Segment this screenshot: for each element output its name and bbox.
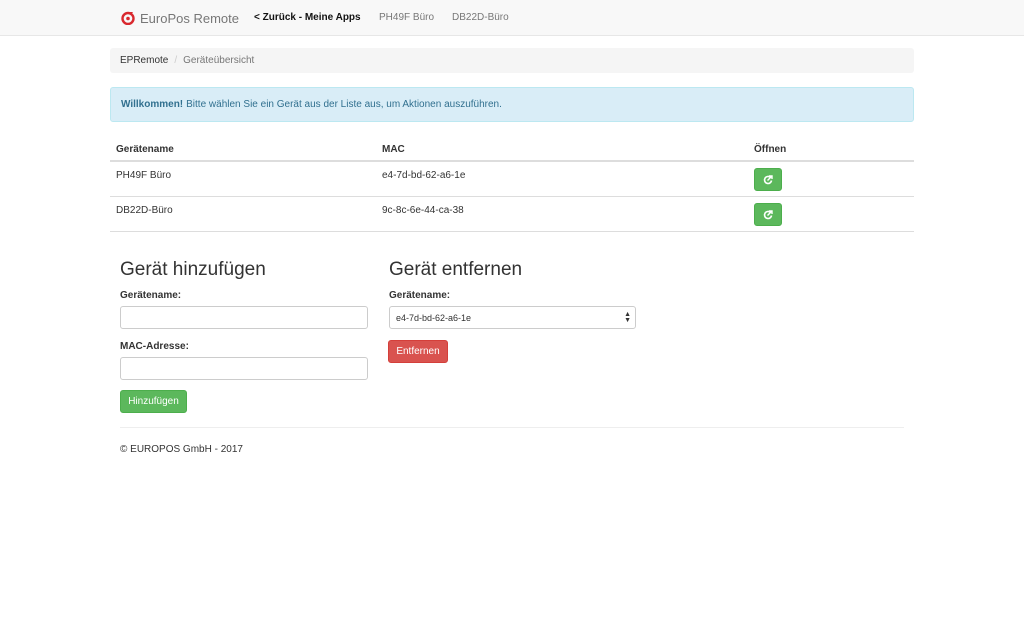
add-device-title: Gerät hinzufügen: [120, 259, 266, 280]
device-name-cell: DB22D-Büro: [116, 205, 173, 216]
breadcrumb: EPRemote / Geräteübersicht: [110, 48, 914, 73]
header-device-name: Gerätename: [116, 144, 174, 155]
top-navbar: EuroPos Remote < Zurück - Meine Apps PH4…: [0, 0, 1024, 36]
footer-divider: [120, 427, 904, 428]
alert-text: Bitte wählen Sie ein Gerät aus der Liste…: [186, 99, 502, 110]
add-device-button[interactable]: Hinzufügen: [120, 390, 187, 413]
nav-device-db22d[interactable]: DB22D-Büro: [452, 0, 509, 36]
add-mac-label: MAC-Adresse:: [120, 341, 189, 352]
open-device-button[interactable]: [754, 168, 782, 191]
remove-device-button[interactable]: Entfernen: [388, 340, 448, 363]
open-device-button[interactable]: [754, 203, 782, 226]
brand-name: EuroPos Remote: [140, 10, 239, 26]
nav-device-ph49f[interactable]: PH49F Büro: [379, 0, 434, 36]
breadcrumb-root[interactable]: EPRemote: [120, 55, 168, 66]
remove-name-label: Gerätename:: [389, 290, 451, 301]
table-row: PH49F Büro e4-7d-bd-62-a6-1e: [110, 162, 914, 197]
open-external-icon: [763, 174, 773, 184]
remove-device-title: Gerät entfernen: [389, 259, 523, 280]
remove-device-select[interactable]: e4-7d-bd-62-a6-1e ▲ ▼: [389, 306, 636, 329]
select-updown-icon: ▲ ▼: [624, 311, 631, 324]
alert-strong: Willkommen!: [121, 99, 184, 110]
header-mac: MAC: [382, 144, 405, 155]
device-name-cell: PH49F Büro: [116, 170, 172, 181]
remove-device-section: Gerät entfernen: [389, 259, 522, 281]
select-value: e4-7d-bd-62-a6-1e: [396, 312, 472, 323]
footer-copyright: © EUROPOS GmbH - 2017: [120, 444, 243, 455]
add-name-label: Gerätename:: [120, 290, 182, 301]
brand-link[interactable]: EuroPos Remote: [121, 0, 239, 36]
table-header: Gerätename MAC Öffnen: [110, 138, 914, 162]
breadcrumb-current: Geräteübersicht: [183, 55, 255, 66]
devices-table: Gerätename MAC Öffnen PH49F Büro e4-7d-b…: [110, 138, 914, 232]
device-mac-cell: 9c-8c-6e-44-ca-38: [382, 205, 464, 216]
add-mac-input[interactable]: [120, 357, 368, 380]
add-device-section: Gerät hinzufügen: [120, 259, 266, 281]
table-row: DB22D-Büro 9c-8c-6e-44-ca-38: [110, 197, 914, 232]
device-mac-cell: e4-7d-bd-62-a6-1e: [382, 170, 466, 181]
nav-back-to-apps[interactable]: < Zurück - Meine Apps: [254, 0, 361, 36]
open-external-icon: [763, 209, 773, 219]
welcome-alert: Willkommen! Bitte wählen Sie ein Gerät a…: [110, 87, 914, 122]
header-open: Öffnen: [754, 144, 787, 155]
add-name-input[interactable]: [120, 306, 368, 329]
breadcrumb-separator: /: [174, 55, 178, 66]
europos-logo-icon: [121, 11, 135, 25]
